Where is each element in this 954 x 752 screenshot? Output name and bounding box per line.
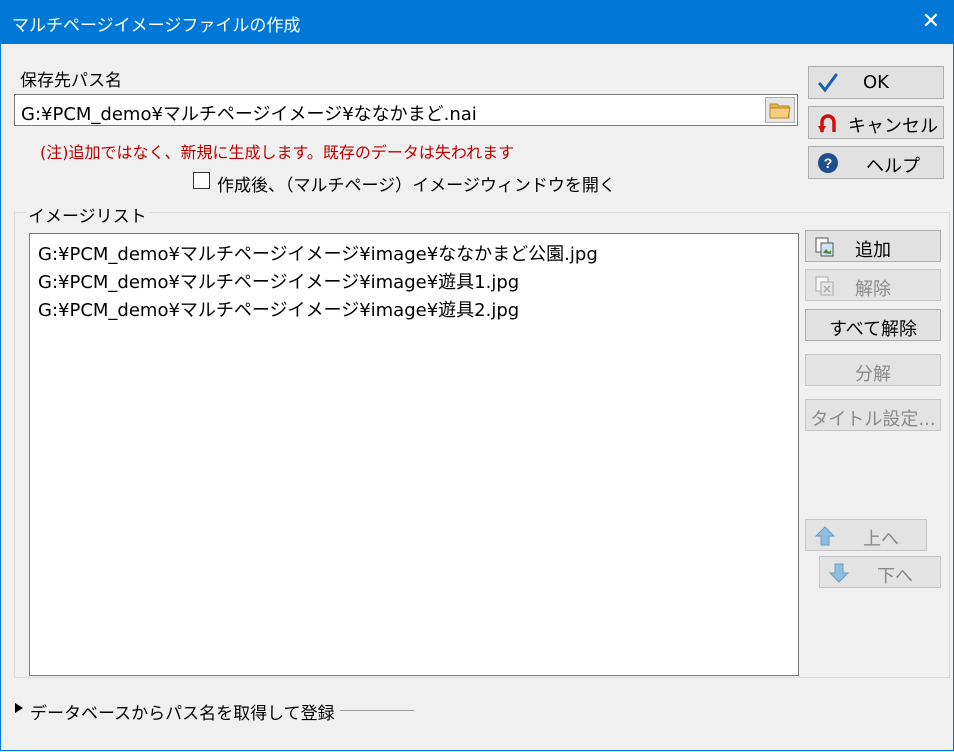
cancel-button[interactable]: キャンセル <box>808 106 944 139</box>
list-item[interactable]: G:¥PCM_demo¥マルチページイメージ¥image¥遊具2.jpg <box>38 296 519 322</box>
window-title: マルチページイメージファイルの作成 <box>12 16 301 36</box>
save-path-input[interactable]: G:¥PCM_demo¥マルチページイメージ¥ななかまど.nai <box>14 94 798 126</box>
title-setting-label: タイトル設定... <box>810 409 936 430</box>
overwrite-warning: (注)追加ではなく、新規に生成します。既存のデータは失われます <box>40 143 515 162</box>
remove-all-button[interactable]: すべて解除 <box>805 309 941 341</box>
title-bar: マルチページイメージファイルの作成 ✕ <box>0 0 954 44</box>
arrow-down-icon <box>828 563 850 583</box>
move-down-button[interactable]: 下へ <box>819 556 941 588</box>
ok-button[interactable]: OK <box>808 66 944 99</box>
undo-arrow-icon <box>818 114 836 133</box>
database-expander-label[interactable]: データベースからパス名を取得して登録 <box>30 699 335 724</box>
list-item[interactable]: G:¥PCM_demo¥マルチページイメージ¥image¥遊具1.jpg <box>38 268 519 294</box>
expander-divider <box>340 710 414 711</box>
list-item[interactable]: G:¥PCM_demo¥マルチページイメージ¥image¥ななかまど公園.jpg <box>38 240 598 266</box>
image-listbox[interactable]: G:¥PCM_demo¥マルチページイメージ¥image¥ななかまど公園.jpg… <box>29 233 799 676</box>
remove-label: 解除 <box>855 279 891 300</box>
move-up-button[interactable]: 上へ <box>805 519 927 551</box>
folder-icon <box>769 103 791 119</box>
move-down-label: 下へ <box>877 566 913 587</box>
close-icon[interactable]: ✕ <box>908 0 954 44</box>
add-button[interactable]: 追加 <box>805 230 941 262</box>
save-path-label: 保存先パス名 <box>20 71 122 91</box>
browse-folder-button[interactable] <box>765 97 795 123</box>
ok-label: OK <box>863 72 889 93</box>
remove-all-label: すべて解除 <box>828 319 918 340</box>
open-after-label[interactable]: 作成後、（マルチページ）イメージウィンドウを開く <box>217 171 616 196</box>
help-label: ヘルプ <box>866 156 920 177</box>
move-up-label: 上へ <box>863 529 899 550</box>
save-path-value: G:¥PCM_demo¥マルチページイメージ¥ななかまど.nai <box>21 104 477 125</box>
help-icon: ? <box>818 153 838 173</box>
image-list-label: イメージリスト <box>26 202 149 227</box>
cancel-label: キャンセル <box>848 116 938 137</box>
remove-button[interactable]: 解除 <box>805 269 941 301</box>
split-label: 分解 <box>855 364 891 385</box>
title-setting-button[interactable]: タイトル設定... <box>805 399 941 431</box>
split-button[interactable]: 分解 <box>805 354 941 386</box>
arrow-up-icon <box>814 526 836 546</box>
open-after-checkbox[interactable] <box>193 172 210 189</box>
add-label: 追加 <box>855 240 891 261</box>
expand-triangle-icon[interactable] <box>14 702 24 714</box>
svg-text:?: ? <box>824 155 833 171</box>
help-button[interactable]: ? ヘルプ <box>808 146 944 179</box>
